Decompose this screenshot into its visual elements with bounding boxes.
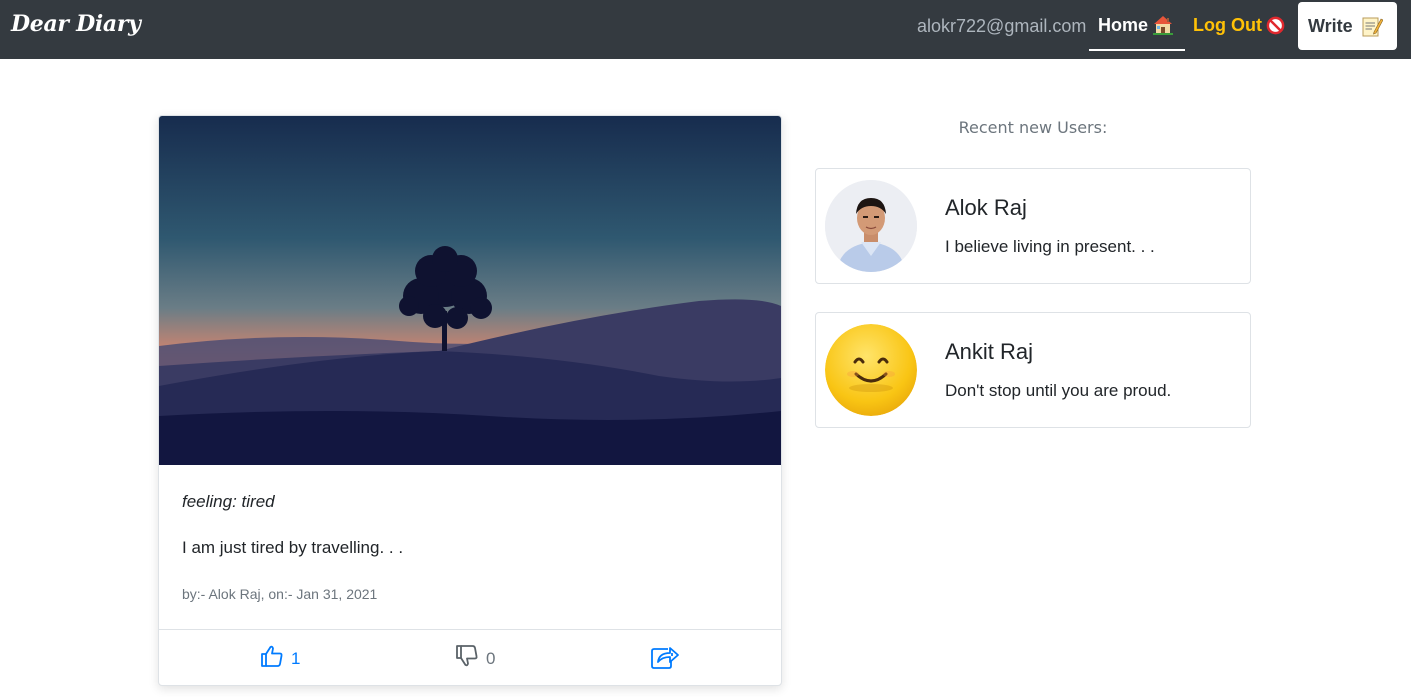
nav-logout-link[interactable]: Log Out [1193,15,1285,37]
navbar: Dear Diary alokr722@gmail.com Home Log O… [0,0,1411,59]
user-name: Alok Raj [945,195,1027,220]
user-avatar [825,180,917,272]
post-content: I am just tired by travelling. . . [182,538,404,557]
like-count: 1 [291,649,301,668]
house-icon [1153,16,1173,35]
write-button[interactable]: Write [1298,2,1397,50]
nav-logout-label: Log Out [1193,15,1262,35]
thumbs-down-icon [456,645,478,667]
user-bio: Don't stop until you are proud. [945,381,1172,400]
dislike-count: 0 [486,649,496,668]
post-feeling: feeling: tired [182,492,275,511]
user-email: alokr722@gmail.com [917,16,1087,36]
night-landscape-image [159,116,781,465]
nav-home-link[interactable]: Home [1089,0,1185,51]
post-card: feeling: tired I am just tired by travel… [158,115,782,686]
write-button-label: Write [1308,16,1353,36]
smiley-avatar [825,324,917,416]
thumbs-up-icon [261,645,283,667]
post-actions: 1 0 [159,629,781,685]
user-card[interactable]: Alok Raj I believe living in present. . … [815,168,1251,284]
recent-users-title: Recent new Users: [958,118,1108,137]
nav-home-label: Home [1098,15,1149,35]
memo-icon [1362,17,1383,37]
brand-logo[interactable]: Dear Diary [11,11,141,37]
user-name: Ankit Raj [945,339,1034,364]
prohibited-icon [1266,16,1285,35]
post-meta: by:- Alok Raj, on:- Jan 31, 2021 [182,586,378,602]
user-card[interactable]: Ankit Raj Don't stop until you are proud… [815,312,1251,428]
user-bio: I believe living in present. . . [945,237,1155,256]
share-icon [651,647,679,669]
